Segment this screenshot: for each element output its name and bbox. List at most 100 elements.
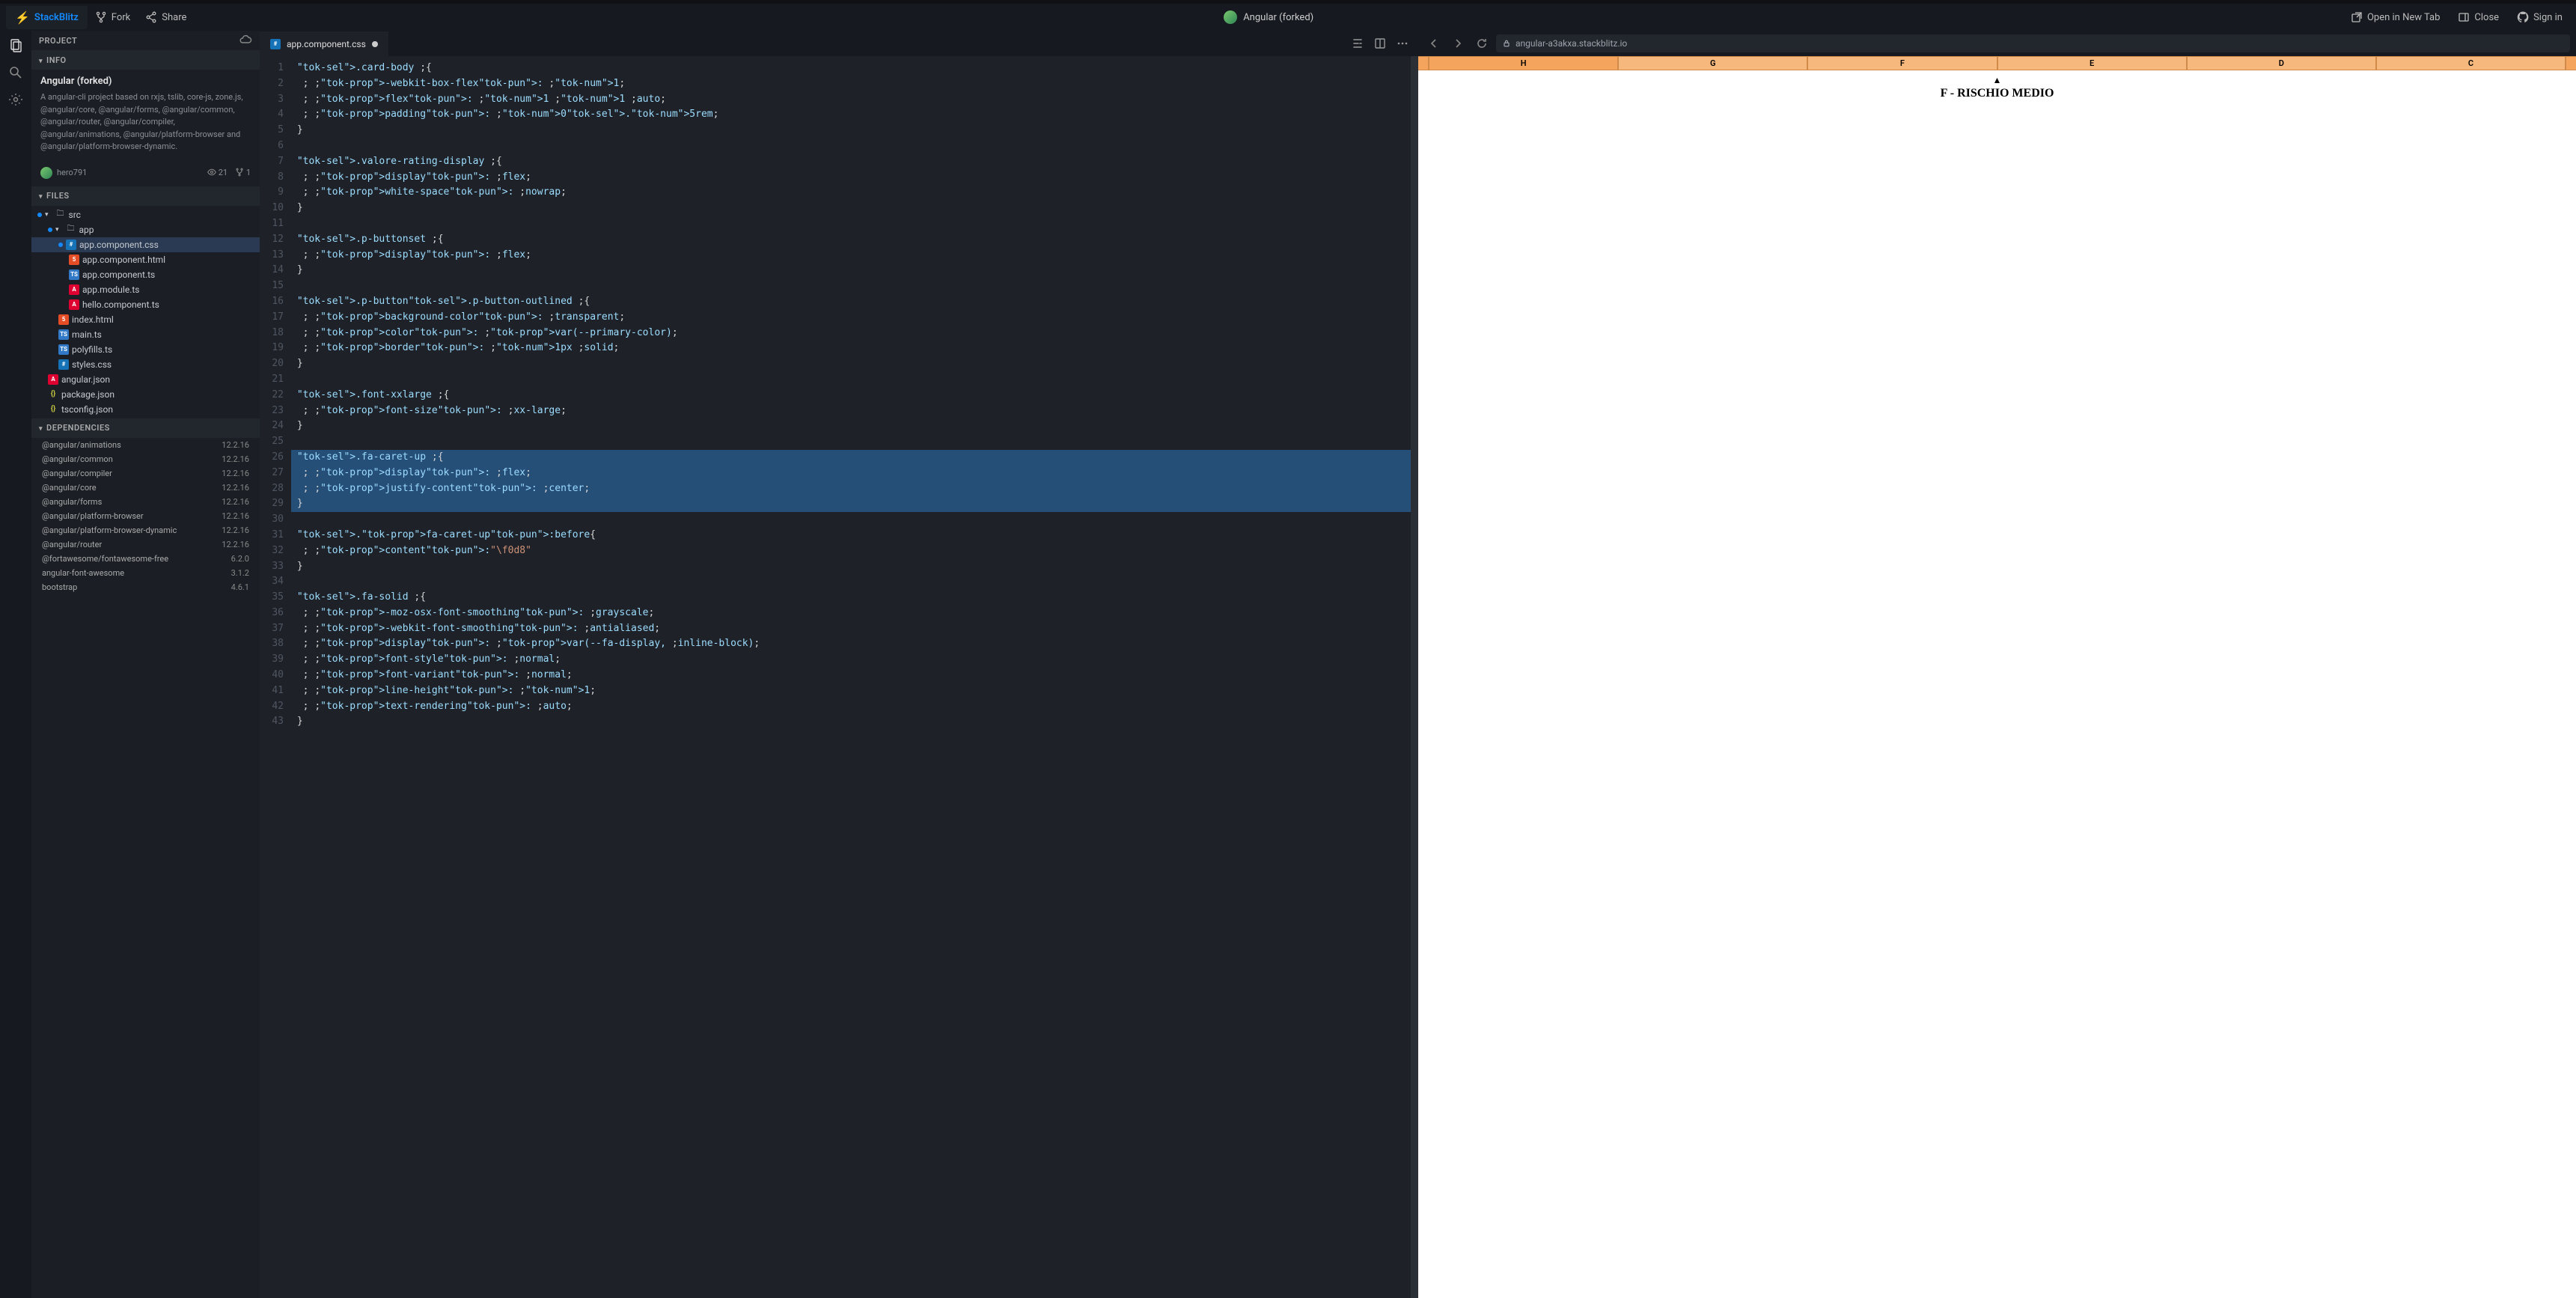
files-section-header[interactable]: ▾FILES	[31, 186, 260, 206]
file-app-module-ts[interactable]: Aapp.module.ts	[31, 282, 260, 297]
file-label: styles.css	[72, 359, 112, 370]
file-package-json[interactable]: {}package.json	[31, 387, 260, 402]
folder-src[interactable]: ▾🗀src	[31, 207, 260, 222]
code-content[interactable]: "tok-sel">.card-body ;{ ; ;"tok-prop">-w…	[291, 56, 1411, 1298]
dep-version: 12.2.16	[222, 511, 249, 521]
settings-icon[interactable]	[5, 89, 26, 110]
editor: # app.component.css 12345678910111213141…	[260, 31, 1418, 1298]
risk-cell: E	[1997, 56, 2187, 70]
line-gutter: 1234567891011121314151617181920212223242…	[260, 56, 291, 1298]
format-button[interactable]	[1348, 34, 1367, 53]
dependency-row[interactable]: @angular/animations12.2.16	[31, 438, 260, 452]
cloud-sync-icon[interactable]	[239, 34, 252, 47]
open-new-tab-label: Open in New Tab	[2367, 12, 2440, 23]
share-icon	[145, 11, 157, 23]
project-description: A angular-cli project based on rxjs, tsl…	[40, 91, 251, 153]
info-label: INFO	[46, 55, 67, 65]
explorer-icon[interactable]	[5, 35, 26, 56]
reload-button[interactable]	[1472, 34, 1492, 53]
external-icon	[2351, 11, 2363, 23]
risk-cell: G	[1618, 56, 1807, 70]
json-file-icon: {}	[48, 404, 58, 415]
share-label: Share	[162, 12, 186, 23]
json-file-icon: {}	[48, 389, 58, 400]
dep-name: @fortawesome/fontawesome-free	[42, 554, 168, 564]
open-new-tab-button[interactable]: Open in New Tab	[2343, 7, 2447, 28]
logo[interactable]: ⚡ StackBlitz	[6, 6, 88, 29]
ts-file-icon: TS	[69, 269, 79, 280]
file-main-ts[interactable]: TSmain.ts	[31, 327, 260, 342]
split-editor-button[interactable]	[1370, 34, 1390, 53]
close-button[interactable]: Close	[2450, 7, 2506, 28]
file-label: app.component.html	[82, 255, 165, 265]
dependency-row[interactable]: angular-font-awesome3.1.2	[31, 566, 260, 580]
github-icon	[2517, 11, 2529, 23]
owner-name[interactable]: hero791	[57, 168, 87, 177]
file-polyfills-ts[interactable]: TSpolyfills.ts	[31, 342, 260, 357]
share-button[interactable]: Share	[138, 7, 194, 28]
dependency-row[interactable]: bootstrap4.6.1	[31, 580, 260, 594]
preview-toolbar: angular-a3akxa.stackblitz.io	[1418, 31, 2576, 56]
owner-avatar	[40, 167, 52, 179]
file-label: package.json	[61, 389, 115, 400]
scrollbar[interactable]	[1411, 56, 1418, 1298]
fork-button[interactable]: Fork	[88, 7, 138, 28]
more-actions-button[interactable]	[1393, 34, 1412, 53]
nav-forward-button[interactable]	[1448, 34, 1468, 53]
file-app-component-html[interactable]: 5app.component.html	[31, 252, 260, 267]
code-area[interactable]: 1234567891011121314151617181920212223242…	[260, 56, 1418, 1298]
folder-label: src	[69, 210, 81, 220]
dependency-row[interactable]: @angular/forms12.2.16	[31, 495, 260, 509]
folder-icon: 🗀	[55, 210, 66, 220]
dep-version: 3.1.2	[231, 568, 249, 578]
dependency-row[interactable]: @fortawesome/fontawesome-free6.2.0	[31, 552, 260, 566]
dep-version: 12.2.16	[222, 497, 249, 507]
search-icon[interactable]	[5, 62, 26, 83]
url-bar[interactable]: angular-a3akxa.stackblitz.io	[1496, 34, 2570, 52]
file-label: tsconfig.json	[61, 404, 113, 415]
file-app-component-ts[interactable]: TSapp.component.ts	[31, 267, 260, 282]
folder-icon: 🗀	[66, 225, 76, 235]
dependency-row[interactable]: @angular/platform-browser-dynamic12.2.16	[31, 523, 260, 537]
dependency-row[interactable]: @angular/platform-browser 12.2.16	[31, 509, 260, 523]
html-file-icon: 5	[69, 255, 79, 265]
tab-label: app.component.css	[287, 39, 366, 49]
file-app-component-css[interactable]: #app.component.css	[31, 237, 260, 252]
activity-bar	[0, 31, 31, 1298]
dep-name: @angular/platform-browser-dynamic	[42, 525, 177, 535]
dep-name: @angular/platform-browser	[42, 511, 144, 521]
project-section-header: PROJECT	[31, 31, 260, 50]
tab-app-component-css[interactable]: # app.component.css	[260, 31, 388, 56]
dep-name: bootstrap	[42, 582, 77, 592]
css-file-icon: #	[58, 359, 69, 370]
file-hello-component-ts[interactable]: Ahello.component.ts	[31, 297, 260, 312]
folder-label: app	[79, 225, 94, 235]
dirty-indicator-icon	[372, 41, 378, 47]
dep-name: @angular/common	[42, 454, 113, 464]
file-tree: ▾🗀src ▾🗀app #app.component.css 5app.comp…	[31, 206, 260, 418]
file-styles-css[interactable]: #styles.css	[31, 357, 260, 372]
folder-app[interactable]: ▾ 🗀app	[31, 222, 260, 237]
dependency-row[interactable]: @angular/core12.2.16	[31, 481, 260, 495]
css-file-icon: #	[66, 240, 76, 250]
chevron-down-icon: ▾	[39, 425, 43, 433]
dependencies-section-header[interactable]: ▾DEPENDENCIES	[31, 418, 260, 438]
nav-back-button[interactable]	[1424, 34, 1444, 53]
info-section-header[interactable]: ▾INFO	[31, 50, 260, 70]
file-index-html[interactable]: 5index.html	[31, 312, 260, 327]
dependency-row[interactable]: @angular/compiler12.2.16	[31, 466, 260, 481]
dependency-row[interactable]: @angular/router12.2.16	[31, 537, 260, 552]
fork-icon	[95, 11, 107, 23]
angular-file-icon: A	[69, 284, 79, 295]
file-tsconfig-json[interactable]: {}tsconfig.json	[31, 402, 260, 417]
files-label: FILES	[46, 191, 70, 201]
close-label: Close	[2474, 12, 2499, 23]
chevron-down-icon: ▾	[55, 226, 59, 234]
sign-in-button[interactable]: Sign in	[2509, 7, 2570, 28]
file-angular-json[interactable]: Aangular.json	[31, 372, 260, 387]
dep-name: @angular/compiler	[42, 469, 112, 478]
risk-label: F - RISCHIO MEDIO	[1418, 87, 2576, 100]
dependency-row[interactable]: @angular/common12.2.16	[31, 452, 260, 466]
chevron-down-icon: ▾	[39, 58, 43, 65]
caret-up-icon: ▲	[1418, 75, 2576, 85]
